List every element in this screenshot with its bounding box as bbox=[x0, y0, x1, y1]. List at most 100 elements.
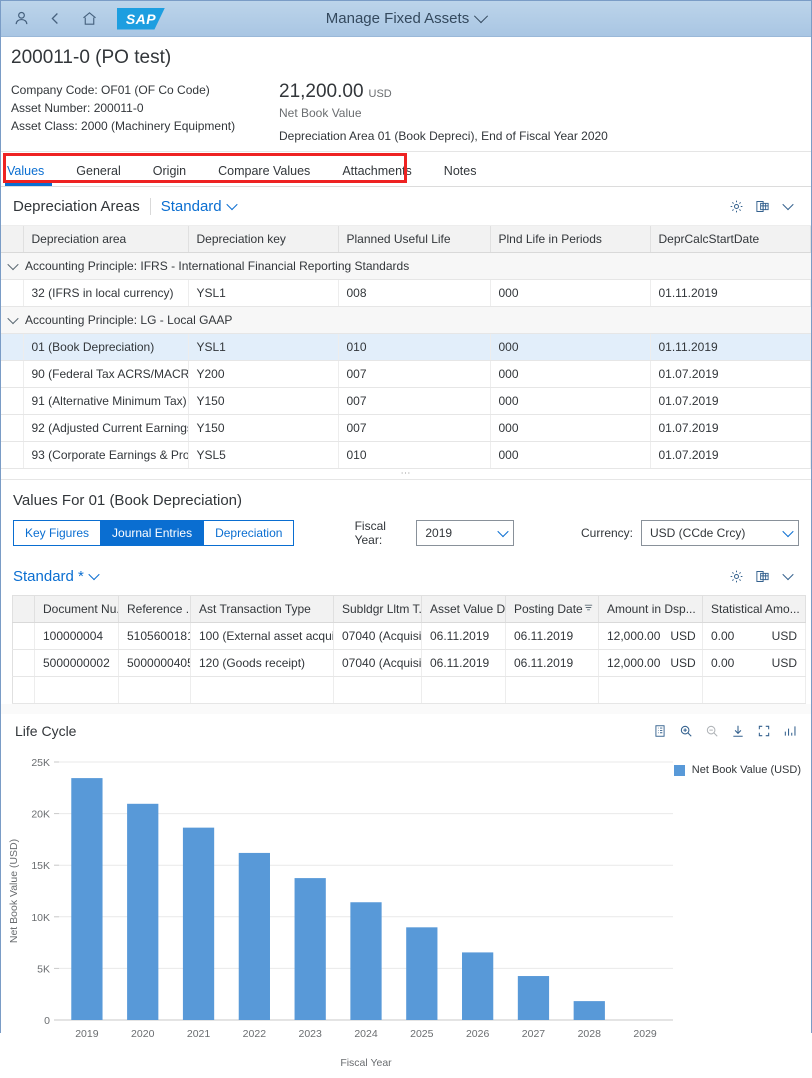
cell-subledger-type: 07040 (Acquisi... bbox=[333, 649, 422, 677]
table-row[interactable]: 5000000002 5000000405 120 (Goods receipt… bbox=[12, 649, 806, 677]
overflow-chevron-down-icon[interactable] bbox=[775, 193, 801, 219]
column-header-ast-transaction-type[interactable]: Ast Transaction Type bbox=[190, 595, 334, 623]
cell-depreciation-area[interactable]: 01 (Book Depreciation) bbox=[23, 333, 189, 361]
posting-date-label: Posting Date bbox=[514, 602, 583, 616]
gear-icon[interactable] bbox=[723, 193, 749, 219]
legend-label: Net Book Value (USD) bbox=[691, 764, 801, 776]
cell-depreciation-key: YSL5 bbox=[188, 441, 339, 469]
statistical-value: 0.00 bbox=[711, 629, 735, 643]
column-header-subledger-line-item-type[interactable]: Subldgr Lltm T... bbox=[333, 595, 422, 623]
gear-icon[interactable] bbox=[723, 563, 749, 589]
segment-journal-entries[interactable]: Journal Entries bbox=[100, 520, 204, 546]
chevron-down-icon[interactable] bbox=[474, 8, 489, 23]
row-select-cell[interactable] bbox=[12, 622, 35, 650]
table-view-icon[interactable] bbox=[749, 193, 775, 219]
tab-general[interactable]: General bbox=[60, 164, 136, 186]
table-row[interactable]: 93 (Corporate Earnings & Profits) YSL5 0… bbox=[1, 441, 811, 469]
tab-values[interactable]: Values bbox=[3, 164, 60, 186]
table-row[interactable]: 01 (Book Depreciation) YSL1 010 000 01.1… bbox=[1, 333, 811, 361]
cell-depreciation-area[interactable]: 92 (Adjusted Current Earnings) bbox=[23, 414, 189, 442]
column-header-asset-value-date[interactable]: Asset Value D... bbox=[421, 595, 506, 623]
row-select-cell[interactable] bbox=[1, 333, 24, 361]
column-header-depr-calc-start-date[interactable]: DeprCalcStartDate bbox=[650, 226, 811, 253]
cell-reference: 5105600181 bbox=[118, 622, 191, 650]
cell-depreciation-key: Y150 bbox=[188, 387, 339, 415]
table-row[interactable]: 92 (Adjusted Current Earnings) Y150 007 … bbox=[1, 414, 811, 442]
cell-depreciation-key: Y150 bbox=[188, 414, 339, 442]
life-cycle-chart[interactable]: Net Book Value (USD) 0 5K 10K 15K 20K 25K 2019… bbox=[1, 748, 811, 1078]
table-group-row[interactable]: Accounting Principle: LG - Local GAAP bbox=[1, 306, 811, 334]
tab-origin[interactable]: Origin bbox=[137, 164, 202, 186]
column-header-posting-date[interactable]: Posting Date bbox=[505, 595, 599, 623]
row-select-cell[interactable] bbox=[12, 649, 35, 677]
cell-depreciation-area[interactable]: 91 (Alternative Minimum Tax) bbox=[23, 387, 189, 415]
row-select-cell[interactable] bbox=[1, 360, 24, 388]
table-row[interactable]: 91 (Alternative Minimum Tax) Y150 007 00… bbox=[1, 387, 811, 415]
cell-subledger-type: 07040 (Acquisi... bbox=[333, 622, 422, 650]
depreciation-areas-variant-selector[interactable]: Standard bbox=[160, 197, 238, 215]
chart-type-icon[interactable] bbox=[777, 718, 803, 744]
variant-label: Standard bbox=[160, 197, 222, 215]
row-select-cell[interactable] bbox=[1, 414, 24, 442]
values-view-segmented-buttons: Key Figures Journal Entries Depreciation bbox=[13, 520, 295, 546]
column-header-depreciation-key[interactable]: Depreciation key bbox=[188, 226, 339, 253]
cell-depreciation-area[interactable]: 32 (IFRS in local currency) bbox=[23, 279, 189, 307]
fiscal-year-select[interactable]: 2019 bbox=[416, 520, 514, 546]
row-select-cell[interactable] bbox=[1, 441, 24, 469]
column-header-document-number[interactable]: Document Nu... bbox=[34, 595, 119, 623]
column-header-reference[interactable]: Reference ... bbox=[118, 595, 191, 623]
tab-compare-values[interactable]: Compare Values bbox=[202, 164, 326, 186]
back-icon[interactable] bbox=[45, 9, 65, 29]
cell-amount: 12,000.00 USD bbox=[598, 649, 703, 677]
cell-planned-useful-life: 008 bbox=[338, 279, 491, 307]
column-header-statistical-amount[interactable]: Statistical Amo... bbox=[702, 595, 806, 623]
amount-currency: USD bbox=[670, 629, 696, 643]
zoom-in-icon[interactable] bbox=[673, 718, 699, 744]
table-row[interactable]: 100000004 5105600181 100 (External asset… bbox=[12, 622, 806, 650]
segment-key-figures[interactable]: Key Figures bbox=[13, 520, 101, 546]
tab-notes[interactable]: Notes bbox=[428, 164, 493, 186]
cell-depr-calc-start-date: 01.07.2019 bbox=[650, 414, 811, 442]
shell-title-text[interactable]: Manage Fixed Assets bbox=[326, 10, 469, 27]
cell-asset-value-date: 06.11.2019 bbox=[421, 649, 506, 677]
life-cycle-bar-chart[interactable]: 0 5K 10K 15K 20K 25K 2019 2020 2021 2022 2023 2024 2… bbox=[1, 748, 812, 1078]
chevron-down-icon[interactable] bbox=[7, 258, 19, 271]
row-select-cell[interactable] bbox=[1, 279, 24, 307]
cell-depreciation-area[interactable]: 93 (Corporate Earnings & Profits) bbox=[23, 441, 189, 469]
zoom-out-icon[interactable] bbox=[699, 718, 725, 744]
column-header-amount-in-display-currency[interactable]: Amount in Dsp... bbox=[598, 595, 703, 623]
segment-depreciation[interactable]: Depreciation bbox=[203, 520, 295, 546]
home-icon[interactable] bbox=[79, 9, 99, 29]
table-row[interactable]: 90 (Federal Tax ACRS/MACRS) Y200 007 000… bbox=[1, 360, 811, 388]
table-row[interactable]: 32 (IFRS in local currency) YSL1 008 000… bbox=[1, 279, 811, 307]
column-header-plnd-life-periods[interactable]: Plnd Life in Periods bbox=[490, 226, 651, 253]
column-header-depreciation-area[interactable]: Depreciation area bbox=[23, 226, 189, 253]
details-icon[interactable] bbox=[647, 718, 673, 744]
chevron-down-glyph bbox=[782, 568, 794, 581]
table-resize-handle[interactable]: ⋯ bbox=[1, 469, 811, 480]
table-view-icon[interactable] bbox=[749, 563, 775, 589]
download-icon[interactable] bbox=[725, 718, 751, 744]
cell-depr-calc-start-date: 01.11.2019 bbox=[650, 333, 811, 361]
fullscreen-icon[interactable] bbox=[751, 718, 777, 744]
cell-document-number[interactable]: 100000004 bbox=[34, 622, 119, 650]
statistical-value: 0.00 bbox=[711, 656, 735, 670]
row-select-cell[interactable] bbox=[1, 387, 24, 415]
table-group-row[interactable]: Accounting Principle: IFRS - Internation… bbox=[1, 252, 811, 280]
cell-depreciation-area[interactable]: 90 (Federal Tax ACRS/MACRS) bbox=[23, 360, 189, 388]
currency-select[interactable]: USD (CCde Crcy) bbox=[641, 520, 799, 546]
group-label: Accounting Principle: IFRS - Internation… bbox=[25, 259, 410, 273]
cell-depreciation-key: YSL1 bbox=[188, 333, 339, 361]
tab-attachments[interactable]: Attachments bbox=[326, 164, 427, 186]
chevron-down-icon[interactable] bbox=[7, 312, 19, 325]
svg-text:2022: 2022 bbox=[243, 1028, 267, 1040]
column-header-planned-useful-life[interactable]: Planned Useful Life bbox=[338, 226, 491, 253]
journal-entries-variant-selector[interactable]: Standard * bbox=[13, 568, 100, 585]
select-all-column[interactable] bbox=[1, 226, 24, 253]
user-icon[interactable] bbox=[11, 9, 31, 29]
overflow-chevron-down-icon[interactable] bbox=[775, 563, 801, 589]
cell-document-number[interactable]: 5000000002 bbox=[34, 649, 119, 677]
sap-logo[interactable]: SAP bbox=[117, 7, 165, 30]
net-book-value-currency: USD bbox=[368, 88, 392, 100]
select-all-column[interactable] bbox=[12, 595, 35, 623]
